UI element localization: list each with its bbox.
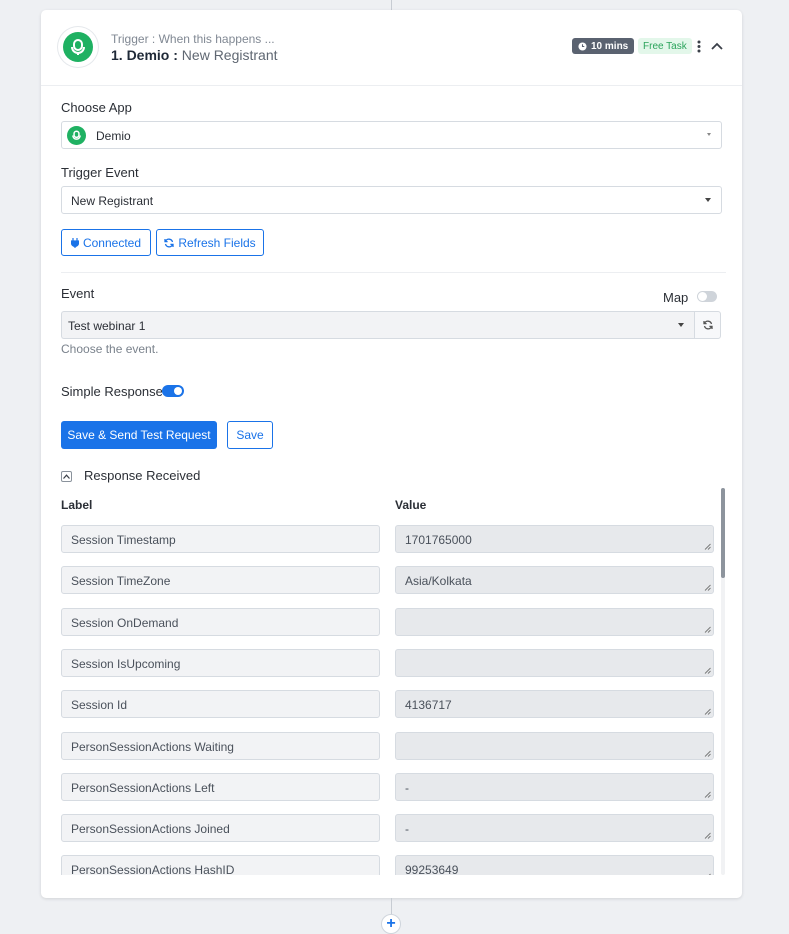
simple-response-toggle[interactable]	[162, 385, 184, 397]
kebab-menu-icon[interactable]	[693, 38, 705, 54]
step-title: 1. Demio : New Registrant	[111, 47, 278, 63]
demio-logo-icon	[58, 27, 98, 67]
refresh-icon	[702, 320, 713, 330]
resize-grip-icon[interactable]	[704, 543, 711, 550]
connected-button[interactable]: Connected	[61, 229, 151, 256]
collapse-icon[interactable]	[61, 471, 72, 482]
trigger-event-value: New Registrant	[71, 194, 154, 208]
demio-logo-icon	[67, 126, 86, 145]
event-hint: Choose the event.	[61, 342, 159, 356]
response-received-title: Response Received	[84, 468, 201, 483]
plug-icon	[70, 237, 79, 248]
row-label-field[interactable]: PersonSessionActions Joined	[61, 814, 380, 843]
event-refresh-button[interactable]	[694, 311, 721, 339]
event-label: Event	[61, 286, 95, 301]
row-label-field[interactable]: PersonSessionActions Waiting	[61, 731, 380, 760]
refresh-fields-button[interactable]: Refresh Fields	[156, 229, 264, 256]
event-select[interactable]: Test webinar 1	[61, 311, 694, 339]
resize-grip-icon[interactable]	[704, 667, 711, 674]
scrollbar-thumb[interactable]	[721, 488, 725, 578]
value-column-header: Value	[395, 498, 427, 512]
table-row: PersonSessionActions Waiting	[41, 731, 742, 762]
resize-grip-icon[interactable]	[704, 750, 711, 757]
row-value-text: -	[405, 822, 409, 837]
clock-icon	[578, 41, 587, 51]
resize-grip-icon[interactable]	[704, 873, 711, 875]
step-header[interactable]: Trigger : When this happens ... 1. Demio…	[41, 10, 742, 86]
table-row: Session Id 4136717	[41, 690, 742, 720]
row-value-text: -	[405, 780, 409, 795]
time-badge-label: 10 mins	[591, 40, 629, 52]
map-toggle[interactable]	[697, 291, 717, 302]
row-label-field[interactable]: PersonSessionActions Left	[61, 772, 380, 801]
caret-down-icon	[707, 133, 711, 136]
step-app-name: 1. Demio :	[111, 47, 178, 63]
time-badge: 10 mins	[572, 38, 635, 54]
resize-grip-icon[interactable]	[704, 708, 711, 716]
label-column-header: Label	[61, 498, 93, 512]
connected-label: Connected	[82, 235, 142, 250]
refresh-fields-label: Refresh Fields	[178, 235, 256, 250]
row-value-text: Asia/Kolkata	[405, 574, 472, 589]
chevron-up-icon[interactable]	[709, 38, 725, 54]
flow-connector-top	[391, 0, 392, 10]
row-value-field[interactable]: 4136717	[395, 690, 714, 719]
table-row: PersonSessionActions HashID 99253649	[41, 855, 742, 875]
event-select-value: Test webinar 1	[68, 319, 146, 333]
section-divider	[61, 272, 726, 273]
table-row: PersonSessionActions Left -	[41, 772, 742, 803]
resize-grip-icon[interactable]	[704, 584, 711, 592]
row-value-field[interactable]: -	[395, 772, 714, 801]
choose-app-label: Choose App	[61, 100, 132, 115]
row-value-field[interactable]: 1701765000	[395, 525, 714, 553]
map-label: Map	[663, 290, 689, 305]
resize-grip-icon[interactable]	[704, 832, 711, 839]
row-value-text: 1701765000	[405, 533, 472, 547]
row-value-text: 99253649	[405, 863, 459, 875]
row-value-text: 4136717	[405, 698, 452, 713]
row-label-field[interactable]: Session Timestamp	[61, 525, 380, 553]
trigger-event-select[interactable]: New Registrant	[61, 186, 722, 214]
step-event-name: New Registrant	[181, 47, 278, 63]
refresh-icon	[164, 238, 174, 247]
resize-grip-icon[interactable]	[704, 626, 711, 633]
row-label-field[interactable]: Session Id	[61, 690, 380, 719]
caret-down-icon	[678, 323, 684, 327]
row-label-field[interactable]: Session TimeZone	[61, 566, 380, 595]
trigger-caption: Trigger : When this happens ...	[111, 32, 275, 46]
row-value-field[interactable]	[395, 731, 714, 760]
simple-response-label: Simple Response	[61, 384, 163, 399]
row-value-field[interactable]: Asia/Kolkata	[395, 566, 714, 595]
trigger-step-card: Trigger : When this happens ... 1. Demio…	[41, 10, 742, 898]
table-row: Session IsUpcoming	[41, 648, 742, 679]
row-value-field[interactable]	[395, 607, 714, 636]
resize-grip-icon[interactable]	[704, 791, 711, 798]
table-row: Session TimeZone Asia/Kolkata	[41, 566, 742, 596]
response-rows: Session Timestamp 1701765000 Session TimeZ…	[41, 520, 742, 875]
add-step-button[interactable]: +	[381, 914, 401, 934]
row-value-field[interactable]: 99253649	[395, 855, 714, 875]
choose-app-select[interactable]: Demio	[61, 121, 722, 149]
table-row: Session Timestamp 1701765000	[41, 525, 742, 555]
row-label-field[interactable]: Session OnDemand	[61, 607, 380, 636]
row-label-field[interactable]: PersonSessionActions HashID	[61, 855, 380, 875]
choose-app-value: Demio	[96, 129, 131, 143]
row-label-field[interactable]: Session IsUpcoming	[61, 648, 380, 677]
table-row: PersonSessionActions Joined -	[41, 814, 742, 844]
save-button[interactable]: Save	[227, 421, 273, 449]
save-send-test-button[interactable]: Save & Send Test Request	[61, 421, 217, 449]
free-task-badge: Free Task	[638, 38, 692, 54]
row-value-field[interactable]	[395, 648, 714, 677]
trigger-event-label: Trigger Event	[61, 165, 139, 180]
table-row: Session OnDemand	[41, 607, 742, 638]
caret-down-icon	[705, 198, 711, 202]
row-value-field[interactable]: -	[395, 814, 714, 843]
